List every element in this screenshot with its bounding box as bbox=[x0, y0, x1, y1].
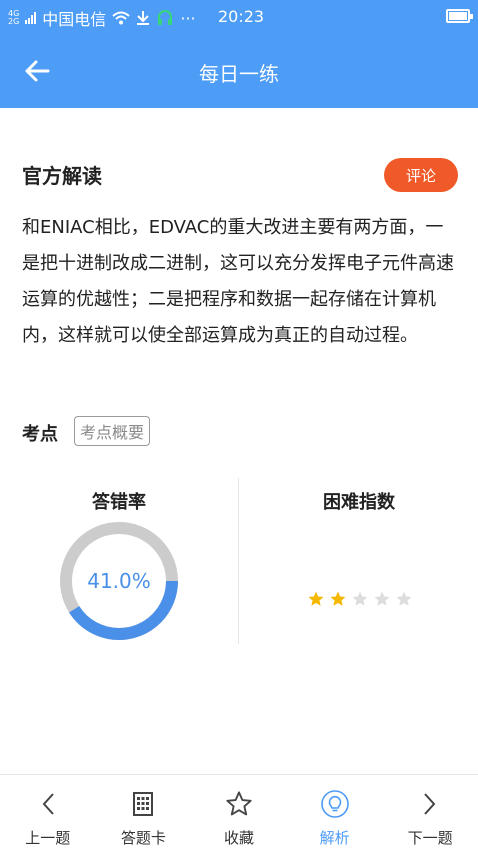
nav-analysis[interactable]: 解析 bbox=[287, 775, 383, 850]
status-time: 20:23 bbox=[218, 7, 265, 26]
network-bottom-label: 2G bbox=[8, 17, 20, 26]
carrier-label: 中国电信 bbox=[42, 10, 107, 29]
nav-favorite[interactable]: 收藏 bbox=[191, 775, 287, 850]
page-title: 每日一练 bbox=[199, 62, 279, 86]
nav-next[interactable]: 下一题 bbox=[382, 775, 478, 850]
star-filled-icon bbox=[308, 591, 324, 606]
star-empty-icon bbox=[352, 591, 368, 606]
explanation-text: 和ENIAC相比，EDVAC的重大改进主要有两方面，一是把十进制改成二进制，这可… bbox=[22, 217, 454, 346]
star-outline-icon bbox=[224, 789, 254, 819]
kaodian-label: 考点 bbox=[22, 424, 58, 445]
explanation-heading: 官方解读 bbox=[22, 164, 102, 188]
kaodian-tag[interactable]: 考点概要 bbox=[74, 416, 151, 446]
nav-prev-label: 上一题 bbox=[25, 829, 71, 847]
signal-icon bbox=[25, 12, 37, 24]
nav-next-label: 下一题 bbox=[407, 829, 453, 847]
star-empty-icon bbox=[396, 591, 412, 606]
answer-card-icon bbox=[128, 789, 158, 819]
nav-prev[interactable]: 上一题 bbox=[0, 775, 96, 850]
bottom-nav: 上一题 答题卡 收藏 解析 下一题 bbox=[0, 774, 478, 850]
comment-button[interactable]: 评论 bbox=[384, 158, 458, 192]
lightbulb-icon bbox=[320, 789, 350, 819]
app-bar: 每日一练 bbox=[0, 34, 478, 108]
error-rate-title: 答错率 bbox=[92, 492, 146, 513]
star-empty-icon bbox=[374, 591, 390, 606]
chevron-left-icon bbox=[33, 789, 63, 819]
star-filled-icon bbox=[330, 591, 346, 606]
battery-icon bbox=[446, 9, 473, 23]
network-type: 4G 2G bbox=[8, 10, 19, 26]
nav-answer-card-label: 答题卡 bbox=[120, 829, 166, 847]
difficulty-stars bbox=[307, 590, 413, 608]
nav-analysis-label: 解析 bbox=[319, 829, 350, 847]
error-rate-value: 41.0% bbox=[87, 569, 151, 593]
stats-divider bbox=[238, 478, 239, 644]
nav-favorite-label: 收藏 bbox=[223, 829, 254, 847]
headset-icon bbox=[158, 10, 173, 25]
nav-answer-card[interactable]: 答题卡 bbox=[96, 775, 192, 850]
download-icon bbox=[137, 11, 150, 25]
status-bar: 4G 2G 中国电信 ··· 20:23 bbox=[0, 0, 478, 34]
status-left: 4G 2G 中国电信 ··· bbox=[8, 6, 196, 30]
wifi-icon bbox=[112, 11, 130, 25]
difficulty-title: 困难指数 bbox=[323, 492, 395, 513]
chevron-right-icon bbox=[415, 789, 445, 819]
status-more: ··· bbox=[180, 8, 196, 28]
